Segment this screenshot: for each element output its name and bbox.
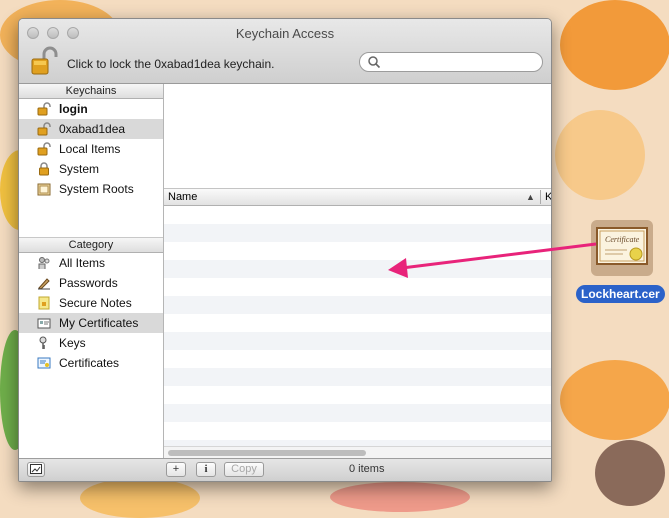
certificate-icon: [37, 357, 51, 369]
column-separator[interactable]: [540, 190, 541, 204]
search-icon: [368, 56, 381, 69]
certificate-file-icon[interactable]: Certificate: [591, 220, 653, 276]
sidebar-item-0xabad1dea[interactable]: 0xabad1dea: [19, 119, 163, 139]
sidebar-item-all-items[interactable]: All Items: [19, 253, 163, 273]
sidebar-item-system-roots[interactable]: System Roots: [19, 179, 163, 199]
lock-open-icon: [37, 142, 51, 156]
sidebar-item-label: Local Items: [59, 142, 121, 156]
window-title: Keychain Access: [235, 26, 335, 41]
sidebar-toggle-icon: [30, 464, 42, 474]
column-header-row: Name ▲ K: [164, 189, 551, 206]
search-field[interactable]: [359, 52, 543, 72]
item-count-status: 0 items: [349, 463, 385, 475]
sidebar: Keychains login 0xabad1dea Local Items S…: [19, 84, 164, 459]
sidebar-item-my-certificates[interactable]: My Certificates: [19, 313, 163, 333]
lock-instruction: Click to lock the 0xabad1dea keychain.: [67, 57, 275, 71]
lock-open-icon: [37, 102, 51, 116]
sidebar-item-login[interactable]: login: [19, 99, 163, 119]
sidebar-item-keys[interactable]: Keys: [19, 333, 163, 353]
add-item-button[interactable]: +: [166, 462, 186, 477]
sidebar-item-label: My Certificates: [59, 316, 139, 330]
sidebar-item-label: login: [59, 102, 88, 116]
sidebar-item-secure-notes[interactable]: Secure Notes: [19, 293, 163, 313]
keychains-header: Keychains: [19, 84, 163, 99]
item-list[interactable]: [164, 206, 551, 458]
item-preview: [164, 84, 551, 189]
sidebar-item-label: System Roots: [59, 182, 134, 196]
item-list-pane: Name ▲ K: [164, 84, 551, 459]
sidebar-item-label: System: [59, 162, 100, 176]
certificate-id-icon: [37, 318, 51, 329]
bottom-bar: + i Copy 0 items: [19, 458, 551, 481]
sidebar-item-label: Passwords: [59, 276, 118, 290]
sidebar-item-label: Secure Notes: [59, 296, 132, 310]
sidebar-item-label: All Items: [59, 256, 106, 270]
scrollbar-thumb[interactable]: [168, 450, 366, 456]
show-sidebar-button[interactable]: [27, 462, 45, 477]
sidebar-item-local-items[interactable]: Local Items: [19, 139, 163, 159]
people-icon: [38, 257, 50, 269]
cert-text: Certificate: [605, 235, 640, 244]
sort-ascending-icon: ▲: [526, 192, 535, 202]
note-icon: [38, 296, 50, 310]
sidebar-item-label: 0xabad1dea: [59, 122, 126, 136]
info-button[interactable]: i: [196, 462, 216, 477]
sidebar-item-label: Keys: [59, 336, 86, 350]
column-kind-header[interactable]: K: [545, 189, 551, 205]
certificate-file-label[interactable]: Lockheart.cer: [576, 285, 665, 303]
column-name-header[interactable]: Name: [168, 189, 197, 205]
sidebar-item-passwords[interactable]: Passwords: [19, 273, 163, 293]
key-icon: [39, 336, 47, 349]
sidebar-item-certificates[interactable]: Certificates: [19, 353, 163, 373]
lock-open-icon[interactable]: [30, 46, 58, 76]
sidebar-item-label: Certificates: [59, 356, 120, 370]
keychain-access-window: Keychain Access Click to lock the 0xabad…: [18, 18, 552, 482]
search-input[interactable]: [384, 55, 538, 71]
lock-closed-icon: [39, 162, 49, 176]
cabinet-icon: [37, 183, 51, 196]
titlebar: Keychain Access Click to lock the 0xabad…: [19, 19, 551, 84]
sidebar-item-system[interactable]: System: [19, 159, 163, 179]
copy-button[interactable]: Copy: [224, 462, 264, 477]
pen-icon: [38, 278, 50, 290]
lock-open-icon: [37, 122, 51, 136]
category-header: Category: [19, 237, 163, 253]
